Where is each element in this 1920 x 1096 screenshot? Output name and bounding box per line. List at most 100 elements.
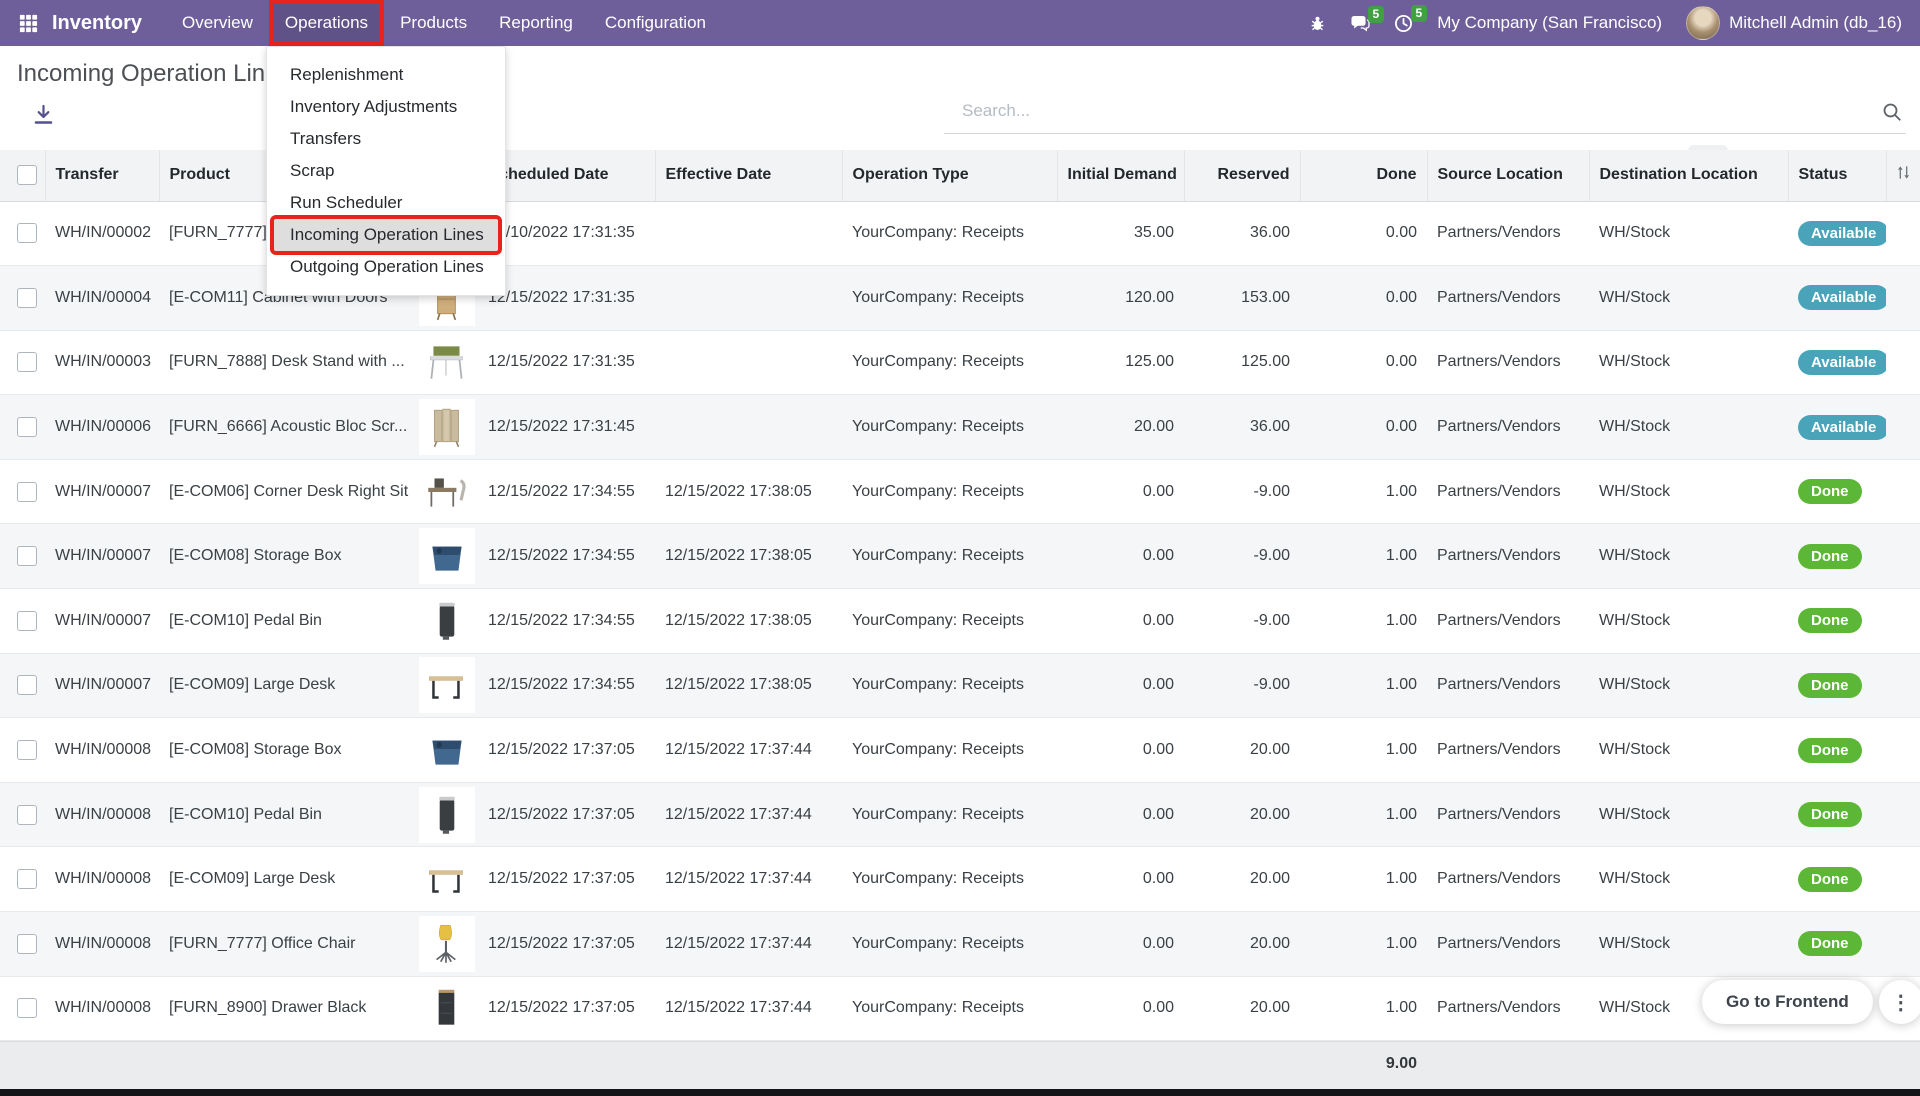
go-to-frontend-button[interactable]: Go to Frontend xyxy=(1702,980,1873,1024)
search-input[interactable] xyxy=(944,101,1882,129)
col-source-location[interactable]: Source Location xyxy=(1427,150,1589,201)
status-badge: Available xyxy=(1798,285,1886,310)
menu-item-scrap[interactable]: Scrap xyxy=(267,155,505,187)
nav-item-operations[interactable]: Operations xyxy=(273,4,380,42)
table-row[interactable]: WH/IN/00008[FURN_8900] Drawer Black12/15… xyxy=(0,976,1920,1041)
table-row[interactable]: WH/IN/00003[FURN_7888] Desk Stand with .… xyxy=(0,330,1920,395)
row-checkbox[interactable] xyxy=(17,223,37,243)
cell-initial-demand: 0.00 xyxy=(1057,782,1184,847)
row-checkbox[interactable] xyxy=(17,352,37,372)
table-row[interactable]: WH/IN/00008[E-COM09] Large Desk12/15/202… xyxy=(0,847,1920,912)
apps-grid-icon[interactable] xyxy=(10,5,46,41)
nav-item-reporting[interactable]: Reporting xyxy=(487,4,585,42)
nav-item-products[interactable]: Products xyxy=(388,4,479,42)
col-reserved[interactable]: Reserved xyxy=(1184,150,1300,201)
row-checkbox[interactable] xyxy=(17,288,37,308)
row-checkbox[interactable] xyxy=(17,611,37,631)
kebab-menu-icon[interactable]: ⋮ xyxy=(1879,980,1920,1024)
menu-item-inventory-adjustments[interactable]: Inventory Adjustments xyxy=(267,91,505,123)
cell-scheduled-date: 12/15/2022 17:37:05 xyxy=(478,718,655,783)
col-destination-location[interactable]: Destination Location xyxy=(1589,150,1788,201)
col-transfer[interactable]: Transfer xyxy=(45,150,159,201)
cell-spacer xyxy=(1886,395,1920,460)
row-checkbox[interactable] xyxy=(17,675,37,695)
cell-product: [FURN_6666] Acoustic Bloc Scr... xyxy=(159,395,416,460)
cell-product-image xyxy=(416,524,478,589)
cell-product-image xyxy=(416,589,478,654)
cell-operation-type: YourCompany: Receipts xyxy=(842,912,1057,977)
row-checkbox[interactable] xyxy=(17,740,37,760)
col-effective-date[interactable]: Effective Date xyxy=(655,150,842,201)
cell-done: 1.00 xyxy=(1300,653,1427,718)
cell-product-image xyxy=(416,976,478,1041)
app-brand[interactable]: Inventory xyxy=(52,12,142,35)
row-checkbox[interactable] xyxy=(17,869,37,889)
select-all-checkbox[interactable] xyxy=(17,165,37,185)
row-checkbox[interactable] xyxy=(17,998,37,1018)
table-row[interactable]: WH/IN/00008[FURN_7777] Office Chair12/15… xyxy=(0,912,1920,977)
cell-destination-location: WH/Stock xyxy=(1589,653,1788,718)
menu-item-transfers[interactable]: Transfers xyxy=(267,123,505,155)
bug-icon[interactable] xyxy=(1309,15,1326,32)
cell-status: Done xyxy=(1788,653,1886,718)
cell-effective-date xyxy=(655,330,842,395)
col-status[interactable]: Status xyxy=(1788,150,1886,201)
row-checkbox-cell xyxy=(0,524,45,589)
table-row[interactable]: WH/IN/00007[E-COM06] Corner Desk Right S… xyxy=(0,459,1920,524)
search-icon[interactable] xyxy=(1882,102,1906,128)
header-checkbox-cell xyxy=(0,150,45,201)
cell-status: Done xyxy=(1788,847,1886,912)
cell-initial-demand: 0.00 xyxy=(1057,524,1184,589)
user-menu[interactable]: Mitchell Admin (db_16) xyxy=(1729,13,1902,33)
cell-effective-date: 12/15/2022 17:38:05 xyxy=(655,589,842,654)
cell-spacer xyxy=(1886,847,1920,912)
col-initial-demand[interactable]: Initial Demand xyxy=(1057,150,1184,201)
cell-transfer: WH/IN/00002 xyxy=(45,201,159,266)
cell-spacer xyxy=(1886,589,1920,654)
cell-effective-date: 12/15/2022 17:38:05 xyxy=(655,524,842,589)
optional-columns-icon[interactable] xyxy=(1895,164,1912,181)
row-checkbox-cell xyxy=(0,912,45,977)
menu-item-outgoing-operation-lines[interactable]: Outgoing Operation Lines xyxy=(267,251,505,283)
export-download-icon[interactable] xyxy=(33,104,54,130)
table-row[interactable]: WH/IN/00006[FURN_6666] Acoustic Bloc Scr… xyxy=(0,395,1920,460)
messages-icon[interactable]: 5 xyxy=(1350,15,1370,32)
menu-item-incoming-operation-lines[interactable]: Incoming Operation Lines xyxy=(274,219,498,251)
cell-reserved: 20.00 xyxy=(1184,976,1300,1041)
row-checkbox[interactable] xyxy=(17,482,37,502)
row-checkbox[interactable] xyxy=(17,417,37,437)
cell-reserved: 36.00 xyxy=(1184,201,1300,266)
row-checkbox[interactable] xyxy=(17,805,37,825)
list-footer: 9.00 xyxy=(0,1041,1920,1089)
company-menu[interactable]: My Company (San Francisco) xyxy=(1437,13,1662,33)
cell-source-location: Partners/Vendors xyxy=(1427,524,1589,589)
cell-product: [E-COM09] Large Desk xyxy=(159,847,416,912)
menu-item-replenishment[interactable]: Replenishment xyxy=(267,59,505,91)
row-checkbox[interactable] xyxy=(17,546,37,566)
cell-effective-date: 12/15/2022 17:37:44 xyxy=(655,912,842,977)
row-checkbox[interactable] xyxy=(17,934,37,954)
cell-operation-type: YourCompany: Receipts xyxy=(842,589,1057,654)
table-row[interactable]: WH/IN/00007[E-COM08] Storage Box12/15/20… xyxy=(0,524,1920,589)
cell-effective-date: 12/15/2022 17:37:44 xyxy=(655,976,842,1041)
cell-product: [E-COM10] Pedal Bin xyxy=(159,589,416,654)
activities-icon[interactable]: 5 xyxy=(1394,14,1413,33)
status-badge: Done xyxy=(1798,608,1862,633)
col-operation-type[interactable]: Operation Type xyxy=(842,150,1057,201)
table-row[interactable]: WH/IN/00008[E-COM08] Storage Box12/15/20… xyxy=(0,718,1920,783)
nav-item-overview[interactable]: Overview xyxy=(170,4,265,42)
cell-initial-demand: 0.00 xyxy=(1057,589,1184,654)
cell-status: Done xyxy=(1788,782,1886,847)
cell-effective-date: 12/15/2022 17:38:05 xyxy=(655,459,842,524)
avatar[interactable] xyxy=(1686,6,1720,40)
col-done[interactable]: Done xyxy=(1300,150,1427,201)
table-row[interactable]: WH/IN/00007[E-COM10] Pedal Bin12/15/2022… xyxy=(0,589,1920,654)
table-row[interactable]: WH/IN/00007[E-COM09] Large Desk12/15/202… xyxy=(0,653,1920,718)
cell-scheduled-date: 12/15/2022 17:34:55 xyxy=(478,589,655,654)
nav-item-configuration[interactable]: Configuration xyxy=(593,4,718,42)
table-row[interactable]: WH/IN/00008[E-COM10] Pedal Bin12/15/2022… xyxy=(0,782,1920,847)
cell-destination-location: WH/Stock xyxy=(1589,330,1788,395)
menu-item-run-scheduler[interactable]: Run Scheduler xyxy=(267,187,505,219)
cell-source-location: Partners/Vendors xyxy=(1427,589,1589,654)
cell-status: Done xyxy=(1788,589,1886,654)
